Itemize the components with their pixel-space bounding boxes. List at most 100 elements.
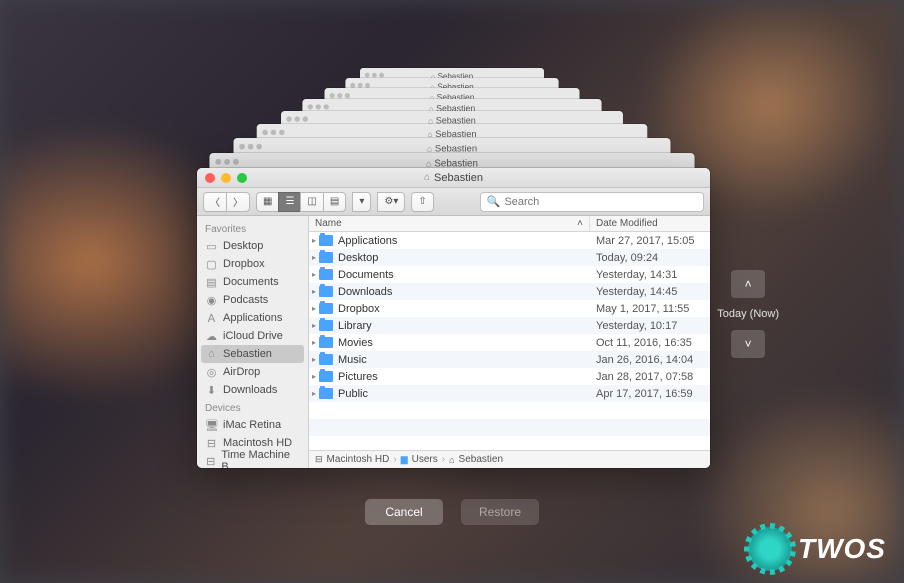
path-segment[interactable]: Users [412,454,438,465]
table-row[interactable]: ▸DesktopToday, 09:24 [309,249,710,266]
timeline-navigator: ˄ Today (Now) ˅ [717,270,779,358]
downloads-icon: ⬇ [205,384,218,397]
sidebar-item-applications[interactable]: ＡApplications [197,309,308,327]
sidebar-item-downloads[interactable]: ⬇Downloads [197,381,308,399]
column-view-button[interactable]: ◫ [300,192,323,212]
folder-icon [319,320,333,331]
chevron-right-icon: › [442,454,445,465]
airdrop-icon: ◎ [205,366,218,379]
file-name: Public [338,388,590,400]
folder-icon [319,388,333,399]
empty-row [309,402,710,419]
close-button[interactable] [205,173,215,183]
list-view-button[interactable]: ☰ [278,192,301,212]
imac-icon: 🖥 [205,419,218,432]
file-date: Jan 28, 2017, 07:58 [590,371,710,383]
table-row[interactable]: ▸DocumentsYesterday, 14:31 [309,266,710,283]
chevron-down-icon: ˅ [745,337,752,351]
disclosure-triangle-icon[interactable]: ▸ [309,321,319,330]
file-date: Apr 17, 2017, 16:59 [590,388,710,400]
sidebar-item-documents[interactable]: ▤Documents [197,273,308,291]
disclosure-triangle-icon[interactable]: ▸ [309,270,319,279]
table-row[interactable]: ▸ DownloadsYesterday, 14:45 [309,283,710,300]
home-icon: ⌂ [205,348,218,360]
folder-icon [319,371,333,382]
disclosure-triangle-icon[interactable]: ▸ [309,236,319,245]
table-row[interactable]: ▸ MoviesOct 11, 2016, 16:35 [309,334,710,351]
back-button[interactable]: 〈 [203,192,227,212]
sidebar-item-podcasts[interactable]: ◉Podcasts [197,291,308,309]
column-name[interactable]: Name˄ [309,216,590,231]
table-row[interactable]: ▸ PublicApr 17, 2017, 16:59 [309,385,710,402]
file-name: Music [338,354,590,366]
disclosure-triangle-icon[interactable]: ▸ [309,304,319,313]
search-field[interactable]: 🔍 [480,192,704,212]
home-icon: ⌂ [424,172,430,183]
minimize-button[interactable] [221,173,231,183]
toolbar: 〈 〉 ▦ ☰ ◫ ▤ ▾ ⚙︎▾ ⇧ 🔍 [197,188,710,216]
sidebar-item-sebastien[interactable]: ⌂Sebastien [201,345,304,363]
file-name: Pictures [338,371,590,383]
disclosure-triangle-icon[interactable]: ▸ [309,355,319,364]
disk-icon: ⊟ [315,454,323,465]
sidebar-item-airdrop[interactable]: ◎AirDrop [197,363,308,381]
file-date: Yesterday, 14:45 [590,286,710,298]
disclosure-triangle-icon[interactable]: ▸ [309,287,319,296]
timeline-up-button[interactable]: ˄ [731,270,765,298]
sidebar-heading-devices: Devices [197,399,308,416]
file-name: Movies [338,337,590,349]
icon-view-button[interactable]: ▦ [256,192,279,212]
table-row[interactable]: ▸ MusicJan 26, 2016, 14:04 [309,351,710,368]
disclosure-triangle-icon[interactable]: ▸ [309,253,319,262]
maximize-button[interactable] [237,173,247,183]
disk-icon: ⊟ [205,437,218,450]
file-name: Downloads [338,286,590,298]
column-headers[interactable]: Name˄ Date Modified [309,216,710,232]
sidebar-item-dropbox[interactable]: ▢Dropbox [197,255,308,273]
column-date-modified[interactable]: Date Modified [590,216,710,231]
podcasts-icon: ◉ [205,294,218,307]
action-button[interactable]: ⚙︎▾ [377,192,405,212]
file-date: May 1, 2017, 11:55 [590,303,710,315]
file-name: Library [338,320,590,332]
share-button[interactable]: ⇧ [411,192,433,212]
coverflow-view-button[interactable]: ▤ [323,192,346,212]
folder-icon: ▆ [401,454,408,465]
arrange-group: ▾ [352,192,371,212]
path-bar[interactable]: ⊟ Macintosh HD › ▆ Users › ⌂ Sebastien [309,450,710,468]
cancel-button[interactable]: Cancel [365,499,443,525]
table-row[interactable]: ▸LibraryYesterday, 10:17 [309,317,710,334]
table-row[interactable]: ▸ PicturesJan 28, 2017, 07:58 [309,368,710,385]
folder-icon [319,269,333,280]
path-segment[interactable]: Sebastien [459,454,503,465]
desktop-icon: ▭ [205,240,218,253]
sidebar-item-timemachine[interactable]: ⊟Time Machine B… [197,452,308,468]
logo-text: TWOS [798,533,886,565]
empty-row [309,419,710,436]
forward-button[interactable]: 〉 [226,192,250,212]
file-name: Dropbox [338,303,590,315]
sidebar-item-desktop[interactable]: ▭Desktop [197,237,308,255]
path-segment[interactable]: Macintosh HD [327,454,390,465]
disclosure-triangle-icon[interactable]: ▸ [309,338,319,347]
footer-buttons: Cancel Restore [365,499,539,525]
restore-button[interactable]: Restore [461,499,539,525]
titlebar[interactable]: ⌂ Sebastien [197,168,710,188]
sort-indicator-icon: ˄ [577,218,583,229]
disclosure-triangle-icon[interactable]: ▸ [309,372,319,381]
folder-icon [319,235,333,246]
nav-buttons: 〈 〉 [203,192,250,212]
rows-container: ▸ApplicationsMar 27, 2017, 15:05▸Desktop… [309,232,710,450]
timeline-down-button[interactable]: ˅ [731,330,765,358]
table-row[interactable]: ▸ApplicationsMar 27, 2017, 15:05 [309,232,710,249]
file-date: Jan 26, 2016, 14:04 [590,354,710,366]
disclosure-triangle-icon[interactable]: ▸ [309,389,319,398]
search-input[interactable] [504,196,697,208]
icloud-icon: ☁ [205,330,218,343]
arrange-button[interactable]: ▾ [352,192,371,212]
sidebar-item-imac[interactable]: 🖥iMac Retina [197,416,308,434]
file-date: Oct 11, 2016, 16:35 [590,337,710,349]
file-list: Name˄ Date Modified ▸ApplicationsMar 27,… [309,216,710,468]
sidebar-item-icloud[interactable]: ☁iCloud Drive [197,327,308,345]
table-row[interactable]: ▸ DropboxMay 1, 2017, 11:55 [309,300,710,317]
